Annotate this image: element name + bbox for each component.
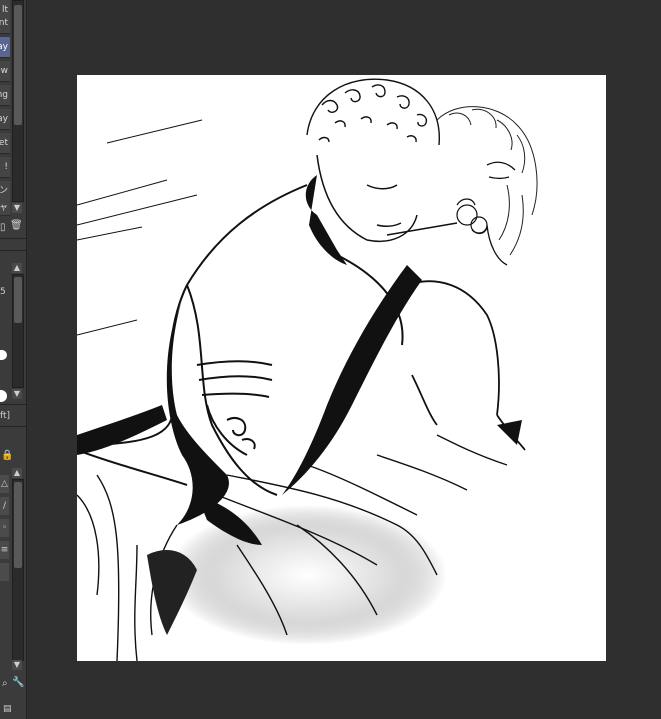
property-scrollbar[interactable] xyxy=(12,274,24,388)
pen-icon[interactable]: / xyxy=(0,497,9,515)
empty-slot[interactable] xyxy=(0,563,9,581)
scroll-down-icon[interactable]: ▼ xyxy=(12,389,22,399)
lock-icon[interactable]: 🔒 xyxy=(1,450,13,462)
panel-toggle-icon[interactable]: ▤ xyxy=(3,703,12,715)
brush-size-dot-large[interactable] xyxy=(0,390,7,402)
armband xyxy=(196,360,273,456)
layer-scrollbar[interactable] xyxy=(12,479,24,661)
menu-item-4[interactable]: ng xyxy=(0,85,10,106)
hair-curls xyxy=(306,78,440,146)
menu-item-1[interactable]: nt xyxy=(0,13,10,34)
triangle-icon[interactable]: △ xyxy=(0,475,9,493)
tool-panel: lt nt ay ow ng ay et ! ン ャ ▼ ▯ 🗑 ▲ 5 ▼ f… xyxy=(0,0,27,719)
rose xyxy=(456,198,488,235)
stack-icon[interactable]: ≡ xyxy=(0,541,9,559)
menu-scrollbar[interactable] xyxy=(12,0,24,202)
scroll-up-icon[interactable]: ▲ xyxy=(12,468,22,478)
shadow-arm xyxy=(77,405,167,455)
menu-item-2[interactable]: ay xyxy=(0,37,10,58)
menu-item-8[interactable]: ン xyxy=(0,181,10,202)
face-back xyxy=(486,161,516,266)
trash-icon[interactable]: 🗑 xyxy=(10,220,23,232)
menu-item-3[interactable]: ow xyxy=(0,61,10,82)
shadow-center xyxy=(282,265,422,495)
shift-label: ft] xyxy=(0,411,11,421)
drawing-canvas[interactable] xyxy=(77,75,606,661)
scroll-down-icon[interactable]: ▼ xyxy=(12,203,22,213)
eye-icon[interactable]: ◦ xyxy=(0,519,9,537)
face-front xyxy=(316,154,458,242)
menu-scroll-thumb[interactable] xyxy=(14,5,22,125)
search-icon[interactable]: ⌕ xyxy=(2,678,8,690)
blend-smudge xyxy=(167,505,447,645)
background-strokes xyxy=(77,119,203,336)
menu-item-9[interactable]: ャ xyxy=(0,201,10,216)
layer-scroll-thumb[interactable] xyxy=(14,482,22,568)
menu-item-6[interactable]: et xyxy=(0,133,10,154)
value-5: 5 xyxy=(0,287,6,297)
scroll-down-icon[interactable]: ▼ xyxy=(12,660,22,670)
menu-item-7[interactable]: ! xyxy=(0,157,10,178)
hair-light xyxy=(436,106,538,256)
property-scroll-thumb[interactable] xyxy=(14,277,22,323)
brush-size-dot[interactable] xyxy=(0,350,7,360)
wrench-icon[interactable]: 🔧 xyxy=(12,677,24,689)
scroll-up-icon[interactable]: ▲ xyxy=(12,263,22,273)
sketch-artwork xyxy=(77,78,538,661)
menu-item-5[interactable]: ay xyxy=(0,109,10,130)
page-icon[interactable]: ▯ xyxy=(0,222,6,234)
